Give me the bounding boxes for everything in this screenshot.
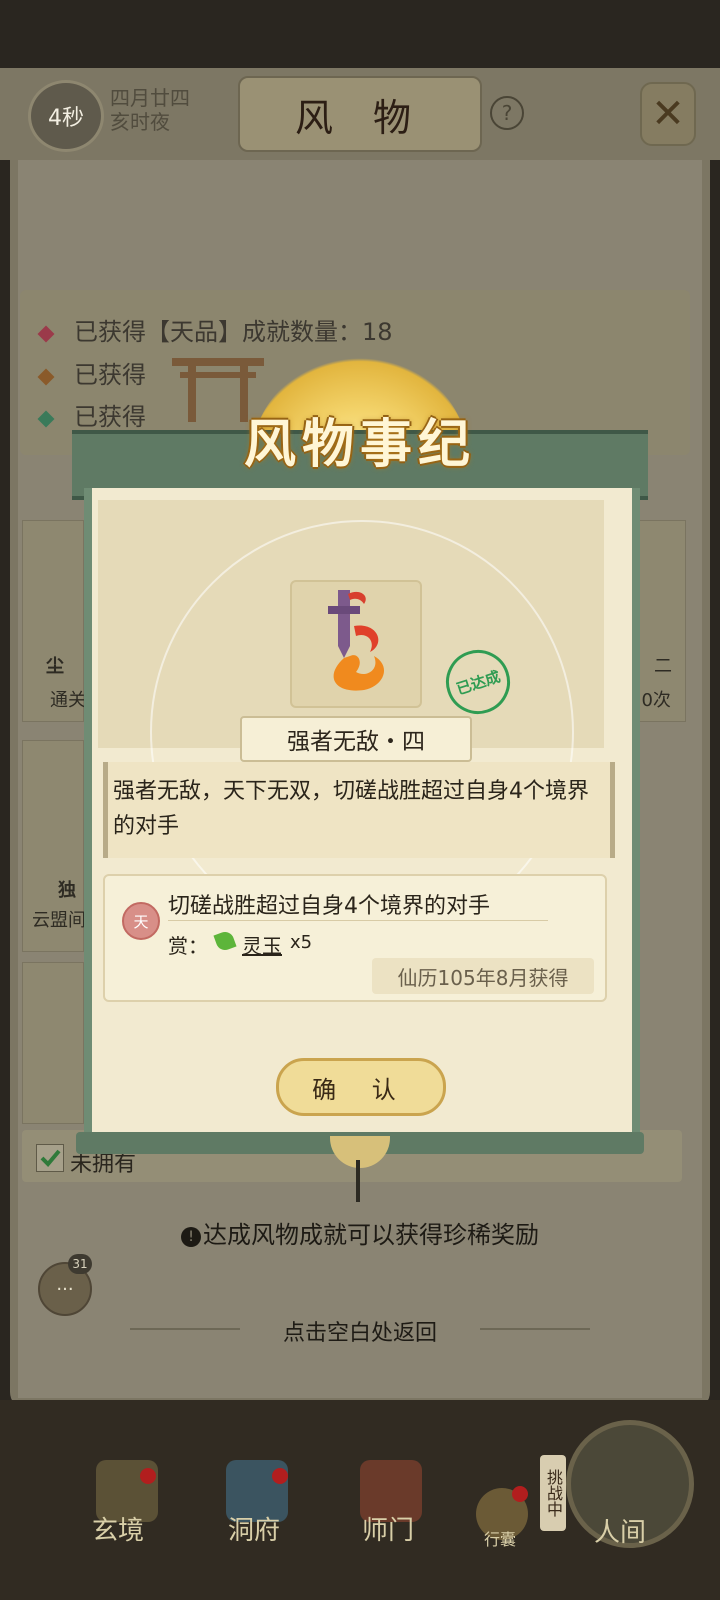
chat-count-badge: 31 [68, 1254, 92, 1274]
page-title: 风 物 [238, 76, 482, 152]
notification-dot [512, 1486, 528, 1502]
exclamation-icon: ! [181, 1227, 201, 1247]
stat-row: 已获得【天品】成就数量：18 [37, 312, 393, 347]
reward-label: 赏： [168, 934, 208, 958]
card-title: 二 [654, 656, 672, 677]
card-subtitle: 云盟间 [32, 910, 86, 931]
challenge-tag[interactable]: 挑战中 [540, 1455, 566, 1531]
achievement-card[interactable] [22, 962, 84, 1124]
diamond-icon [37, 368, 55, 386]
sword-icon [328, 590, 385, 691]
close-icon[interactable]: ✕ [640, 82, 696, 146]
stat-text: 已获得 [74, 361, 146, 389]
condition-text: 切磋战胜超过自身4个境界的对手 [168, 894, 490, 919]
hint-text: ! 达成风物成就可以获得珍稀奖励 [0, 1215, 720, 1250]
modal-title: 风物事纪 [243, 414, 476, 475]
card-title: 独 [58, 880, 76, 901]
timer-badge: 4秒 [28, 80, 104, 152]
game-date: 四月廿四 亥时夜 [110, 86, 190, 134]
stat-text: 已获得【天品】成就数量：18 [74, 318, 393, 346]
divider [168, 920, 548, 921]
stat-row: 已获得 [37, 355, 146, 390]
card-title: 尘 [46, 656, 64, 677]
diamond-icon [37, 325, 55, 343]
date-line-1: 四月廿四 [110, 86, 190, 110]
reward-quantity: x5 [290, 932, 313, 953]
tap-to-return-text[interactable]: 点击空白处返回 [0, 1315, 720, 1347]
date-line-2: 亥时夜 [110, 110, 170, 134]
nav-xuanjing[interactable]: 玄境 [92, 1510, 144, 1547]
hint-label: 达成风物成就可以获得珍稀奖励 [203, 1221, 539, 1249]
nav-dongfu[interactable]: 洞府 [228, 1510, 280, 1547]
notification-dot [140, 1468, 156, 1484]
check-icon [40, 1149, 61, 1167]
achievement-name: 强者无敌・四 [240, 716, 472, 762]
confirm-button[interactable]: 确 认 [276, 1058, 446, 1116]
nav-renjian[interactable]: 人间 [594, 1512, 646, 1549]
tassel [356, 1160, 360, 1202]
nav-xingnang[interactable]: 行囊 [484, 1526, 516, 1550]
nav-shimen[interactable]: 师门 [362, 1510, 414, 1547]
unowned-checkbox[interactable] [36, 1144, 64, 1172]
notification-dot [272, 1468, 288, 1484]
achievement-description: 强者无敌，天下无双，切磋战胜超过自身4个境界的对手 [113, 779, 589, 839]
obtained-date: 仙历105年8月获得 [372, 958, 594, 994]
grade-badge: 天 [122, 902, 160, 940]
help-icon[interactable]: ? [490, 96, 524, 130]
reward-name[interactable]: 灵玉 [242, 930, 282, 959]
card-subtitle: 通关 [50, 690, 86, 711]
